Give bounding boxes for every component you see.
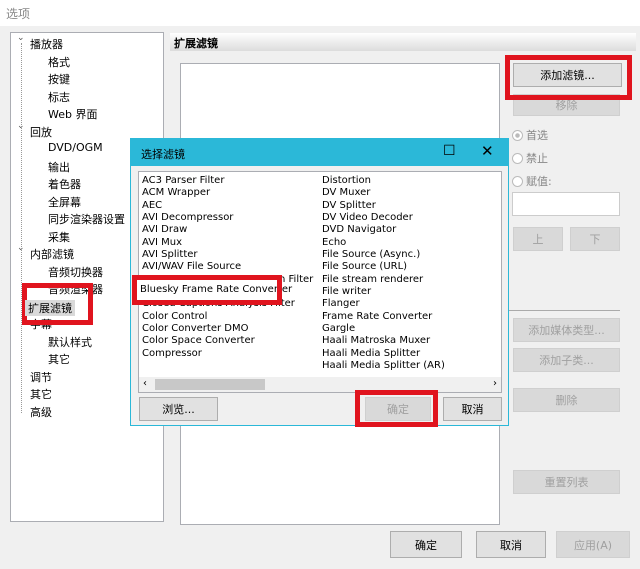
dialog-title: 选择滤镜 ☐ ✕ xyxy=(131,139,508,166)
cancel-button[interactable]: 取消 xyxy=(476,531,546,558)
filter-item[interactable]: Color Converter DMO xyxy=(142,323,313,335)
panel-header: 扩展滤镜 xyxy=(170,33,636,51)
filter-item[interactable]: DV Splitter xyxy=(322,200,445,212)
filter-item[interactable]: Frame Rate Converter xyxy=(322,311,445,323)
filter-item[interactable]: AVI Mux xyxy=(142,237,313,249)
tree-item[interactable]: 按键 xyxy=(48,71,70,87)
dialog-cancel-button[interactable]: 取消 xyxy=(443,397,502,421)
filter-item[interactable]: Haali Media Splitter xyxy=(322,348,445,360)
scroll-left-icon[interactable]: ‹ xyxy=(143,378,147,389)
filter-item[interactable]: Color Control xyxy=(142,311,313,323)
filter-item[interactable]: Haali Media Splitter (AR) xyxy=(322,360,445,372)
filter-item[interactable]: Haali Matroska Muxer xyxy=(322,335,445,347)
dialog-title-text: 选择滤镜 xyxy=(141,148,185,161)
tree-item[interactable]: 回放 xyxy=(30,124,52,140)
tree-item[interactable]: 同步渲染器设置 xyxy=(48,211,125,227)
filter-item[interactable]: Distortion xyxy=(322,175,445,187)
down-button[interactable]: 下 xyxy=(570,227,620,251)
filter-item[interactable]: DVD Navigator xyxy=(322,224,445,236)
tree-item[interactable]: 标志 xyxy=(48,89,70,105)
tree-item[interactable]: 着色器 xyxy=(48,176,81,192)
tree-item[interactable]: 音频切换器 xyxy=(48,264,103,280)
filter-item[interactable]: Compressor xyxy=(142,348,313,360)
radio-label: 禁止 xyxy=(526,152,548,165)
tree-item[interactable]: 其它 xyxy=(30,386,52,402)
filter-item[interactable]: File writer xyxy=(322,286,445,298)
browse-button[interactable]: 浏览... xyxy=(139,397,218,421)
filter-item[interactable]: Gargle xyxy=(322,323,445,335)
divider xyxy=(508,310,620,311)
reset-list-button[interactable]: 重置列表 xyxy=(513,470,620,494)
tree-item[interactable]: 默认样式 xyxy=(48,334,92,350)
radio-assign[interactable]: 赋值: xyxy=(512,173,552,189)
tree-item[interactable]: 全屏幕 xyxy=(48,194,81,210)
highlight-box xyxy=(355,390,438,427)
filter-item[interactable]: File Source (Async.) xyxy=(322,249,445,261)
tree-item[interactable]: 播放器 xyxy=(30,36,63,52)
filter-item[interactable]: File Source (URL) xyxy=(322,261,445,273)
highlight-box xyxy=(132,275,282,305)
tree-item[interactable]: 高级 xyxy=(30,404,52,420)
tree-item[interactable]: 采集 xyxy=(48,229,70,245)
tree-item[interactable]: DVD/OGM xyxy=(48,141,103,154)
filter-item[interactable]: AC3 Parser Filter xyxy=(142,175,313,187)
scroll-right-icon[interactable]: › xyxy=(493,378,497,389)
tree-line xyxy=(21,43,22,413)
filter-item[interactable]: File stream renderer xyxy=(322,274,445,286)
up-button[interactable]: 上 xyxy=(513,227,563,251)
tree-item[interactable]: 格式 xyxy=(48,54,70,70)
add-subtype-button[interactable]: 添加子类... xyxy=(513,348,620,372)
merit-input[interactable] xyxy=(512,192,620,216)
radio-label: 首选 xyxy=(526,129,548,142)
tree-item[interactable]: 调节 xyxy=(30,369,52,385)
tree-item[interactable]: 扩展滤镜 xyxy=(25,299,75,316)
filter-item[interactable]: AVI Decompressor xyxy=(142,212,313,224)
filter-item[interactable]: Echo xyxy=(322,237,445,249)
chevron-down-icon[interactable]: ⌄ xyxy=(17,33,25,43)
filter-item[interactable]: AVI/WAV File Source xyxy=(142,261,313,273)
highlight-box xyxy=(505,55,632,100)
scrollbar-thumb[interactable] xyxy=(155,379,265,390)
apply-button[interactable]: 应用(A) xyxy=(556,531,630,558)
window-title: 选项 xyxy=(0,0,640,26)
tree-item[interactable]: 内部滤镜 xyxy=(30,246,74,262)
horizontal-scrollbar[interactable]: ‹ › xyxy=(139,377,501,392)
radio-preferred[interactable]: 首选 xyxy=(512,127,548,143)
filter-item[interactable]: AVI Draw xyxy=(142,224,313,236)
tree-item[interactable]: Web 界面 xyxy=(48,106,97,122)
ok-button[interactable]: 确定 xyxy=(390,531,462,558)
radio-label: 赋值: xyxy=(526,175,552,188)
radio-block[interactable]: 禁止 xyxy=(512,150,548,166)
maximize-icon[interactable]: ☐ xyxy=(443,143,456,159)
tree-item[interactable]: 其它 xyxy=(48,351,70,367)
close-icon[interactable]: ✕ xyxy=(481,142,494,160)
filter-item[interactable]: ACM Wrapper xyxy=(142,187,313,199)
filter-item[interactable]: Flanger xyxy=(322,298,445,310)
filter-item[interactable]: DV Muxer xyxy=(322,187,445,199)
filter-item[interactable]: DV Video Decoder xyxy=(322,212,445,224)
tree-item[interactable]: 输出 xyxy=(48,159,70,175)
delete-button[interactable]: 删除 xyxy=(513,388,620,412)
filter-item[interactable]: AEC xyxy=(142,200,313,212)
filter-item[interactable]: AVI Splitter xyxy=(142,249,313,261)
filter-item[interactable]: Color Space Converter xyxy=(142,335,313,347)
add-media-type-button[interactable]: 添加媒体类型... xyxy=(513,318,620,342)
